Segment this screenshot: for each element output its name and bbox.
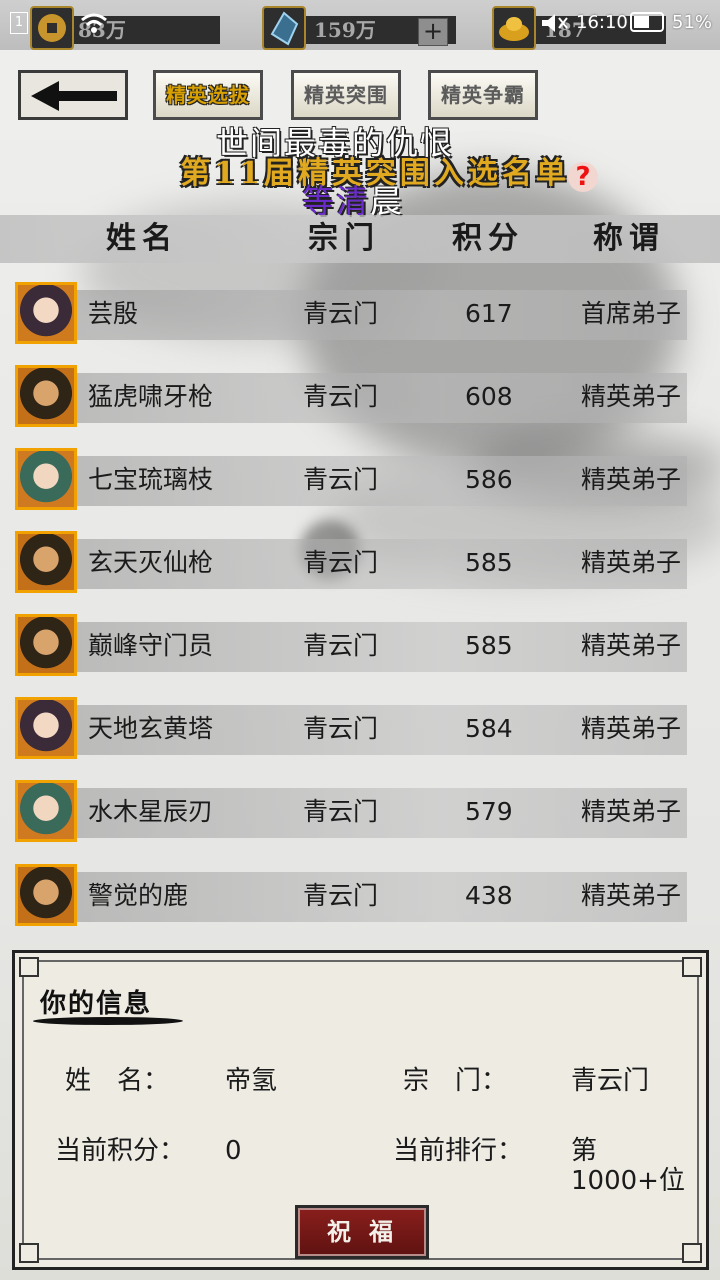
corner-ornament [682, 957, 702, 977]
gold-ingot-icon [492, 6, 536, 50]
player-avatar[interactable] [15, 697, 77, 759]
player-sect: 青云门 [303, 465, 379, 494]
back-button[interactable] [18, 70, 128, 120]
header-name: 姓名 [106, 221, 178, 256]
table-row[interactable]: 玄天灭仙枪 青云门 585 精英弟子 [0, 531, 720, 595]
header-sect: 宗门 [308, 221, 380, 256]
player-name: 芸殷 [88, 299, 139, 328]
player-score: 586 [465, 465, 513, 494]
player-title: 精英弟子 [581, 881, 682, 910]
score-label: 当前积分： [55, 1136, 186, 1166]
sect-label: 宗 门： [403, 1066, 508, 1096]
player-avatar[interactable] [15, 780, 77, 842]
wifi-icon [81, 13, 107, 33]
clock-time: 16:10 [576, 12, 628, 33]
player-sect: 青云门 [303, 548, 379, 577]
help-icon[interactable]: ? [568, 162, 598, 192]
sect-value: 青云门 [571, 1066, 650, 1096]
player-avatar[interactable] [15, 365, 77, 427]
player-name: 猛虎啸牙枪 [88, 382, 214, 411]
table-row[interactable]: 天地玄黄塔 青云门 584 精英弟子 [0, 697, 720, 761]
table-row[interactable]: 警觉的鹿 青云门 438 精英弟子 [0, 864, 720, 928]
player-avatar[interactable] [15, 282, 77, 344]
player-score: 585 [465, 631, 513, 660]
player-title: 精英弟子 [581, 382, 682, 411]
header-score: 积分 [452, 221, 524, 256]
lyric-overlay-line1: 世间最毒的仇恨 [216, 124, 455, 162]
player-title: 精英弟子 [581, 714, 682, 743]
corner-ornament [19, 957, 39, 977]
tab-elite-selection[interactable]: 精英选拔 [153, 70, 263, 120]
my-info-panel: 你的信息 姓 名： 帝氢 宗 门： 青云门 当前积分： 0 当前排行： 第100… [12, 950, 709, 1270]
player-score: 579 [465, 797, 513, 826]
player-score: 438 [465, 881, 513, 910]
player-score: 617 [465, 299, 513, 328]
player-sect: 青云门 [303, 881, 379, 910]
my-info-title: 你的信息 [40, 989, 153, 1019]
battery-percent: 51% [672, 12, 713, 33]
gem-icon [262, 6, 306, 50]
add-gem-button[interactable]: + [418, 18, 448, 46]
battery-icon [630, 12, 664, 32]
top-resource-bar: 1 2 83万 159万 + 187 16:10 51% [0, 0, 720, 50]
rank-value: 第1000+位 [571, 1136, 685, 1196]
sim-badge-1: 1 [10, 12, 28, 34]
back-arrow-icon [31, 81, 117, 111]
table-header: 姓名 宗门 积分 称谓 [0, 215, 720, 263]
tab-elite-breakout[interactable]: 精英突围 [291, 70, 401, 120]
player-sect: 青云门 [303, 714, 379, 743]
player-avatar[interactable] [15, 864, 77, 926]
name-label: 姓 名： [65, 1066, 170, 1096]
table-row[interactable]: 芸殷 青云门 617 首席弟子 [0, 282, 720, 346]
player-avatar[interactable] [15, 448, 77, 510]
player-title: 精英弟子 [581, 797, 682, 826]
player-score: 585 [465, 548, 513, 577]
table-row[interactable]: 七宝琉璃枝 青云门 586 精英弟子 [0, 448, 720, 512]
gold-coin-icon [30, 6, 74, 50]
player-score: 584 [465, 714, 513, 743]
player-avatar[interactable] [15, 531, 77, 593]
player-avatar[interactable] [15, 614, 77, 676]
corner-ornament [19, 1243, 39, 1263]
player-sect: 青云门 [303, 631, 379, 660]
header-title: 称谓 [593, 221, 665, 256]
player-sect: 青云门 [303, 299, 379, 328]
player-title: 精英弟子 [581, 631, 682, 660]
player-name: 水木星辰刃 [88, 797, 214, 826]
player-name: 玄天灭仙枪 [88, 548, 214, 577]
tab-elite-contest[interactable]: 精英争霸 [428, 70, 538, 120]
table-row[interactable]: 巅峰守门员 青云门 585 精英弟子 [0, 614, 720, 678]
name-value: 帝氢 [225, 1066, 278, 1096]
player-title: 首席弟子 [581, 299, 682, 328]
score-value: 0 [225, 1136, 242, 1166]
player-sect: 青云门 [303, 382, 379, 411]
player-name: 警觉的鹿 [88, 881, 189, 910]
corner-ornament [682, 1243, 702, 1263]
player-name: 巅峰守门员 [88, 631, 214, 660]
rank-label: 当前排行： [393, 1136, 524, 1166]
bless-button[interactable]: 祝福 [295, 1205, 429, 1259]
player-score: 608 [465, 382, 513, 411]
player-title: 精英弟子 [581, 465, 682, 494]
player-title: 精英弟子 [581, 548, 682, 577]
player-name: 天地玄黄塔 [88, 714, 214, 743]
player-sect: 青云门 [303, 797, 379, 826]
table-row[interactable]: 猛虎啸牙枪 青云门 608 精英弟子 [0, 365, 720, 429]
table-row[interactable]: 水木星辰刃 青云门 579 精英弟子 [0, 780, 720, 844]
player-name: 七宝琉璃枝 [88, 465, 214, 494]
mute-icon [542, 14, 568, 32]
